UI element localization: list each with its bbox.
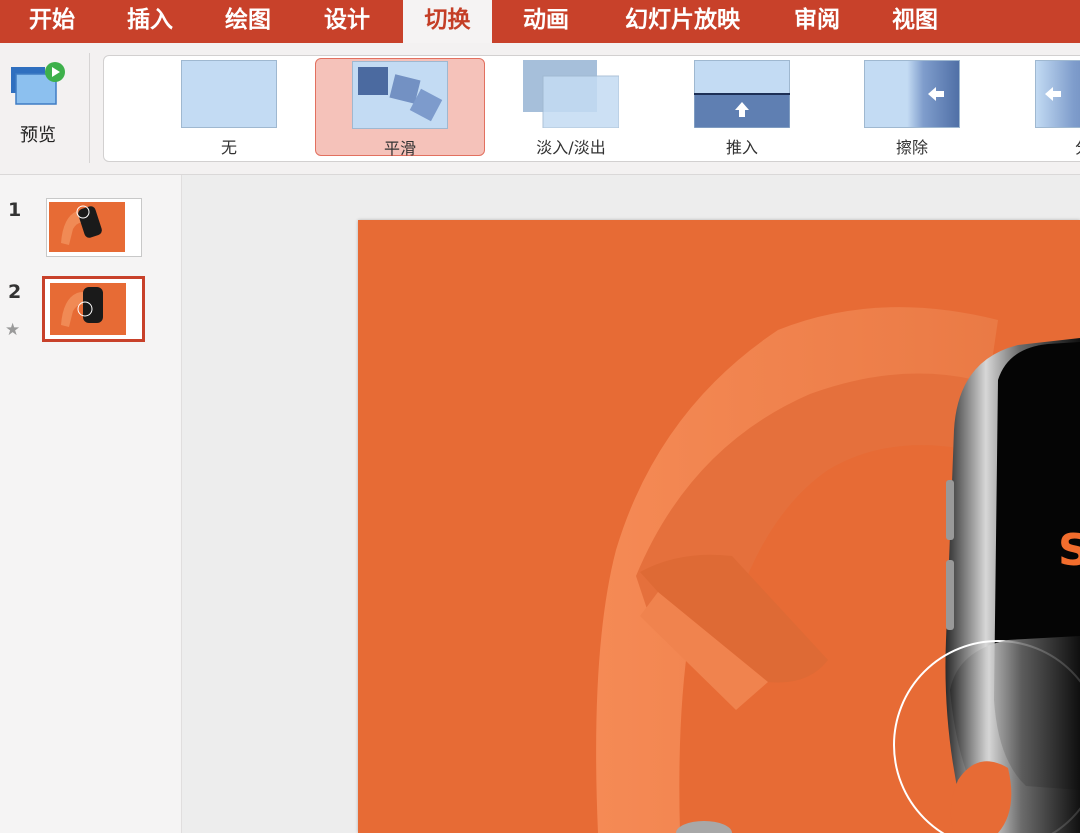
transition-gallery: 无 平滑 淡入/淡出 推入 擦除 [103,55,1080,162]
transition-split-thumbnail [1035,60,1080,128]
transition-morph-thumbnail [352,61,448,129]
transition-morph-label: 平滑 [383,139,416,158]
transition-wipe[interactable]: 擦除 [827,58,997,157]
ribbon-separator [89,53,90,163]
transition-fade-thumbnail [523,60,619,128]
preview-play-icon [11,62,65,105]
slide-number-2: 2 [8,281,22,303]
tab-transitions[interactable]: 切换 [403,0,492,43]
tab-review[interactable]: 审阅 [775,0,859,43]
preview-button[interactable]: 预览 [6,61,70,153]
tab-draw[interactable]: 绘图 [206,0,290,43]
ribbon-tab-bar: 开始 插入 绘图 设计 切换 动画 幻灯片放映 审阅 视图 [0,0,1080,43]
transition-push-thumbnail [694,60,790,128]
apple-watch-image: S [596,307,1080,833]
tab-animations[interactable]: 动画 [504,0,588,43]
slide-editing-canvas: S [182,175,1080,833]
transition-fade-label: 淡入/淡出 [536,138,606,157]
transition-split-label: 分 [998,134,1080,158]
slide-number-1: 1 [8,199,22,221]
transition-split[interactable]: 分 [998,58,1080,158]
tab-home[interactable]: 开始 [10,0,94,43]
slide-thumbnail-pane: 1 2 ★ [0,175,182,833]
transition-fade[interactable]: 淡入/淡出 [486,58,656,157]
svg-text:S: S [1058,525,1080,576]
ribbon-panel: 预览 无 平滑 淡入/淡出 推入 擦除 [0,43,1080,175]
tab-slideshow[interactable]: 幻灯片放映 [605,0,760,43]
transition-wipe-thumbnail [864,60,960,128]
preview-label: 预览 [20,125,56,146]
transition-none[interactable]: 无 [144,58,314,157]
transition-push[interactable]: 推入 [657,58,827,157]
star-icon: ★ [5,320,21,340]
transition-push-label: 推入 [725,138,758,157]
transition-none-label: 无 [220,138,237,157]
slide-thumbnail-2-image [50,283,126,335]
slide-thumbnail-1[interactable] [46,198,142,257]
slide-thumbnail-2[interactable] [42,276,145,342]
tab-view[interactable]: 视图 [873,0,957,43]
transition-morph[interactable]: 平滑 [315,58,485,158]
tab-insert[interactable]: 插入 [108,0,192,43]
transition-none-thumbnail [181,60,277,128]
slide-thumbnail-1-image [49,202,125,252]
current-slide[interactable]: S [358,220,1080,833]
transition-wipe-label: 擦除 [895,138,928,157]
tab-design[interactable]: 设计 [305,0,389,43]
